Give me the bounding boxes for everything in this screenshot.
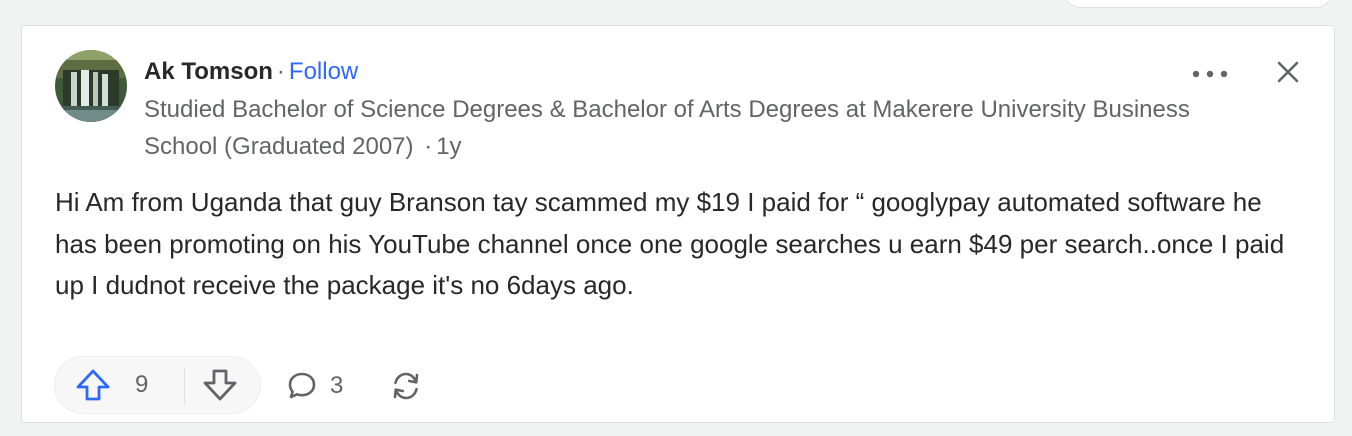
time-separator: · <box>424 133 433 160</box>
upvote-button[interactable]: 9 <box>55 357 183 413</box>
arrow-up-icon <box>76 369 110 401</box>
close-icon <box>1277 61 1299 83</box>
answer-timestamp[interactable]: 1y <box>436 133 461 160</box>
arrow-down-icon <box>203 369 237 401</box>
share-refresh-icon <box>393 372 419 400</box>
avatar-waterfall-image <box>55 50 127 122</box>
share-button[interactable] <box>386 366 426 406</box>
answer-body: Hi Am from Uganda that guy Branson tay s… <box>55 187 1285 300</box>
vote-group: 9 <box>54 356 261 414</box>
more-dots-icon <box>1192 70 1228 78</box>
more-options-button[interactable] <box>1186 60 1234 88</box>
comment-button[interactable]: 3 <box>286 366 362 406</box>
follow-button[interactable]: Follow <box>289 58 358 85</box>
author-credential: Studied Bachelor of Science Degrees & Ba… <box>144 91 1224 165</box>
name-separator: · <box>276 58 285 85</box>
author-name[interactable]: Ak Tomson <box>144 58 273 85</box>
author-line: Ak Tomson · Follow <box>144 56 1224 88</box>
answer-header: Ak Tomson · Follow Studied Bachelor of Sci… <box>144 56 1224 165</box>
downvote-button[interactable] <box>185 357 261 413</box>
comment-bubble-icon <box>288 372 316 399</box>
credential-text[interactable]: Studied Bachelor of Science Degrees & Ba… <box>144 96 1190 160</box>
answer-card: Ak Tomson · Follow Studied Bachelor of Sci… <box>21 25 1335 423</box>
comment-count: 3 <box>330 372 344 399</box>
close-button[interactable] <box>1268 52 1308 92</box>
upvote-count: 9 <box>135 371 149 398</box>
top-search-pill[interactable] <box>1062 0 1334 8</box>
avatar[interactable] <box>55 50 127 122</box>
